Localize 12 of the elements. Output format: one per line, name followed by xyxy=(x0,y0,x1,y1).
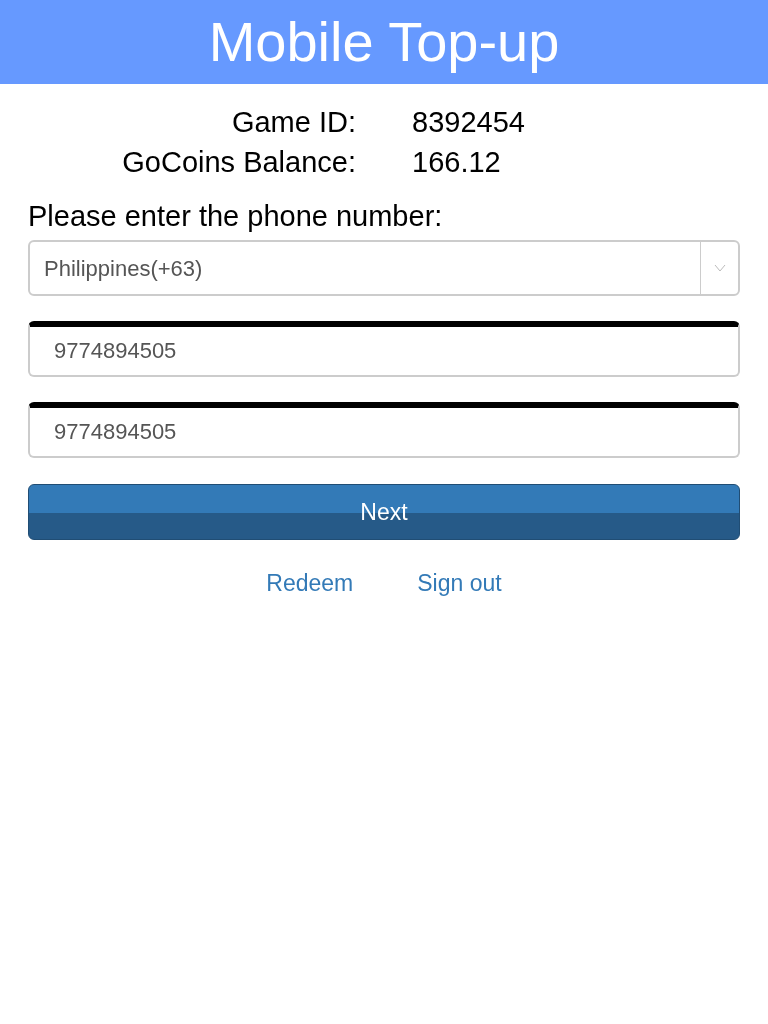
info-value: 8392454 xyxy=(412,105,526,140)
info-label: GoCoins Balance: xyxy=(121,145,356,180)
phone-input-field[interactable]: 9774894505 xyxy=(28,402,740,458)
phone-prompt: Please enter the phone number: xyxy=(28,199,444,234)
info-value: 166.12 xyxy=(412,145,502,180)
info-label: Game ID: xyxy=(230,105,356,140)
nav-link[interactable]: Sign out xyxy=(417,566,502,601)
next-button[interactable]: Next xyxy=(28,484,740,540)
nav-link[interactable]: Redeem xyxy=(266,566,354,601)
chevron-down-icon xyxy=(713,264,726,272)
phone-input-field[interactable]: 9774894505 xyxy=(28,321,740,377)
country-select[interactable]: Philippines(+63) xyxy=(28,240,740,296)
